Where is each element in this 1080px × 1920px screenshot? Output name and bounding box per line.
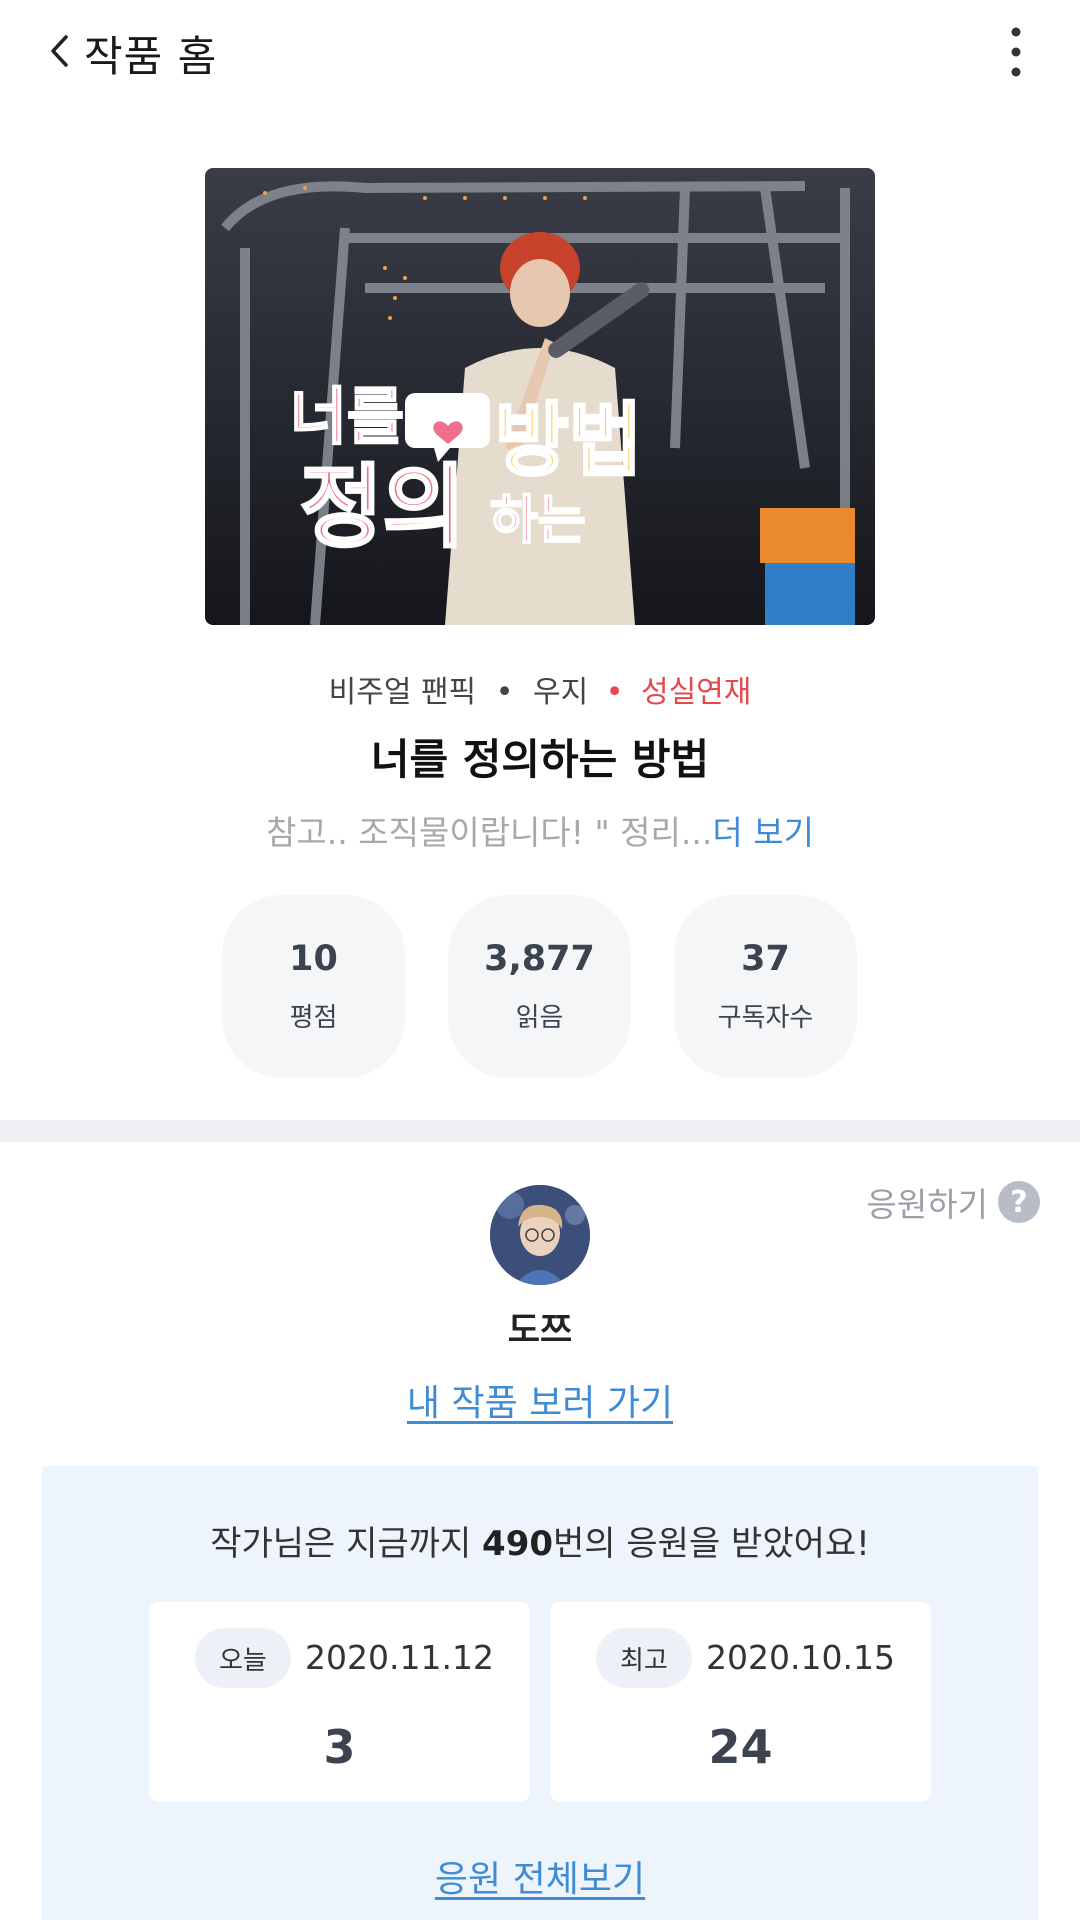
description-text: 참고.. 조직물이랍니다! " 정리... [266,813,713,852]
cheer-summary-suffix: 번의 응원을 받았어요! [553,1524,870,1564]
stat-value: 10 [289,939,338,979]
stat-label: 읽음 [515,1003,564,1033]
stat-value: 37 [741,939,790,979]
meta-separator: • [495,675,514,710]
question-icon: ? [998,1181,1040,1223]
best-tag: 최고 [596,1628,692,1688]
best-count: 24 [708,1720,773,1774]
top-bar: 작품 홈 [0,0,1080,110]
work-title: 너를 정의하는 방법 [370,735,710,784]
cheer-total-count: 490 [482,1524,554,1564]
all-cheers-link[interactable]: 응원 전체보기 [42,1850,1038,1902]
cheer-today-card: 오늘 2020.11.12 3 [149,1602,530,1802]
more-vertical-icon [996,27,1036,84]
svg-text:하는: 하는 [490,491,586,551]
stat-subscribers: 37 구독자수 [674,895,857,1078]
more-link[interactable]: 더 보기 [712,813,814,852]
more-options-button[interactable] [996,24,1036,80]
section-divider [0,1120,1080,1142]
author-works-link[interactable]: 내 작품 보러 가기 [0,1374,1080,1426]
status-badge: 성실연재 [640,675,752,710]
page-title: 작품 홈 [84,31,218,81]
stat-rating: 10 평점 [222,895,405,1078]
back-button[interactable]: 작품 홈 [48,28,217,81]
work-description: 참고.. 조직물이랍니다! " 정리...더 보기 [0,806,1080,854]
stat-value: 3,877 [484,939,595,979]
stat-label: 평점 [289,1003,338,1033]
best-date: 2020.10.15 [706,1638,895,1677]
today-date: 2020.11.12 [305,1638,494,1677]
today-tag: 오늘 [195,1628,291,1688]
cheer-label: 응원하기 [866,1185,988,1224]
svg-text:정의: 정의 [300,455,466,560]
cheer-summary: 작가님은 지금까지 490번의 응원을 받았어요! [42,1516,1038,1565]
avatar[interactable] [490,1185,590,1285]
svg-text:방법: 방법 [495,394,642,487]
svg-text:너를: 너를 [290,380,404,453]
stat-label: 구독자수 [717,1003,814,1033]
category-label: 비주얼 팬픽 [328,675,477,710]
chevron-left-icon [48,33,70,73]
cheer-summary-prefix: 작가님은 지금까지 [210,1524,483,1564]
stats-row: 10 평점 3,877 읽음 37 구독자수 [222,895,857,1078]
tag-label: 우지 [532,675,589,710]
work-meta: 비주얼 팬픽 • 우지 • 성실연재 [0,667,1080,711]
today-count: 3 [323,1720,356,1774]
cover-image[interactable]: 너를 정의 방법 하는 [205,168,875,625]
cheer-panel: 작가님은 지금까지 490번의 응원을 받았어요! 오늘 2020.11.12 … [42,1466,1038,1920]
cheer-best-card: 최고 2020.10.15 24 [550,1602,931,1802]
status-separator: • [605,675,624,710]
author-name: 도쯔 [507,1311,573,1351]
cheer-help-button[interactable]: 응원하기 ? [867,1178,1040,1226]
stat-reads: 3,877 읽음 [448,895,631,1078]
